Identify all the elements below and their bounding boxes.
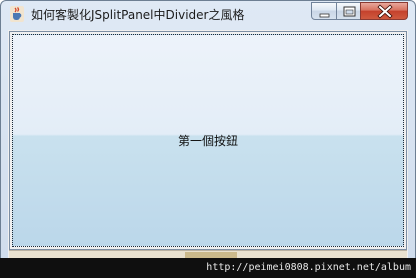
watermark-bar: http://peimei0808.pixnet.net/album <box>0 258 416 278</box>
title-bar[interactable]: 如何客製化JSplitPanel中Divider之風格 <box>1 1 415 28</box>
maximize-button[interactable] <box>336 2 361 20</box>
minimize-button[interactable] <box>311 2 337 20</box>
first-button[interactable]: 第一個按鈕 <box>12 34 404 247</box>
close-icon <box>377 4 393 19</box>
split-pane-top: 第一個按鈕 <box>9 31 407 250</box>
java-cup-icon <box>9 6 25 22</box>
first-button-label: 第一個按鈕 <box>177 134 238 148</box>
close-button[interactable] <box>360 2 408 20</box>
maximize-icon <box>343 6 356 17</box>
watermark-text: http://peimei0808.pixnet.net/album <box>206 262 411 273</box>
content-pane: 第一個按鈕 <box>8 30 408 272</box>
window-title: 如何客製化JSplitPanel中Divider之風格 <box>31 8 245 22</box>
app-window: 如何客製化JSplitPanel中Divider之風格 第一個按鈕 <box>0 0 416 278</box>
minimize-icon <box>319 13 330 18</box>
